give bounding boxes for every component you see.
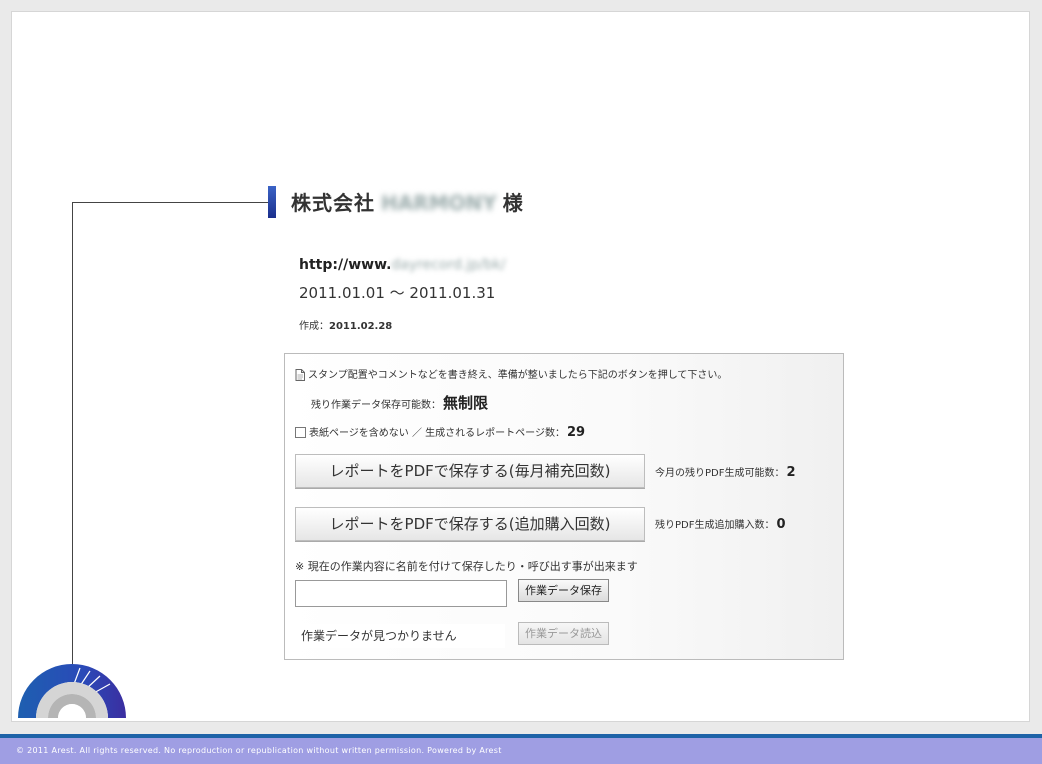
company-prefix: 株式会社: [291, 191, 375, 215]
work-data-status: 作業データが見つかりません: [295, 624, 505, 648]
save-pdf-monthly-button[interactable]: レポートをPDFで保存する(毎月補充回数): [295, 454, 645, 488]
gauge-logo-icon: [18, 664, 126, 718]
created-label: 作成：: [299, 321, 329, 332]
company-name: HARMONY: [381, 191, 497, 215]
footer: © 2011 Arest. All rights reserved. No re…: [0, 738, 1042, 764]
instruction-note: スタンプ配置やコメントなどを書き終え、準備が整いましたら下記のボタンを押して下さ…: [295, 366, 727, 381]
connector-line-vertical: [72, 202, 73, 690]
remaining-value: 無制限: [443, 394, 489, 412]
pdf-export-panel: スタンプ配置やコメントなどを書き終え、準備が整いましたら下記のボタンを押して下さ…: [284, 353, 844, 660]
monthly-remaining-label: 今月の残りPDF生成可能数：: [655, 468, 785, 479]
url-prefix: http://www.: [299, 257, 392, 273]
save-pdf-extra-button[interactable]: レポートをPDFで保存する(追加購入回数): [295, 507, 645, 541]
document-icon: [295, 369, 305, 381]
date-range: 2011.01.01 〜 2011.01.31: [299, 284, 496, 302]
save-note: ※ 現在の作業内容に名前を付けて保存したり・呼び出す事が出来ます: [295, 560, 638, 573]
honorific: 様: [502, 191, 524, 215]
extra-remaining: 残りPDF生成追加購入数： 0: [655, 516, 786, 532]
created-value: 2011.02.28: [329, 321, 393, 332]
connector-line-horizontal: [72, 202, 268, 203]
created-date: 作成：2011.02.28: [299, 317, 392, 332]
exclude-cover-row: 表紙ページを含めない ／ 生成されるレポートページ数： 29: [295, 424, 585, 440]
work-data-name-input[interactable]: [295, 580, 507, 607]
monthly-remaining-count: 2: [786, 465, 796, 480]
page-count: 29: [566, 425, 586, 440]
instruction-text: スタンプ配置やコメントなどを書き終え、準備が整いましたら下記のボタンを押して下さ…: [308, 370, 728, 381]
extra-remaining-count: 0: [776, 517, 786, 532]
page-title: 株式会社 HARMONY 様: [291, 187, 524, 216]
exclude-cover-checkbox[interactable]: [295, 427, 306, 438]
save-work-data-button[interactable]: 作業データ保存: [518, 579, 609, 602]
site-url: http://www.dayrecord.jp/bk/: [299, 257, 506, 273]
extra-remaining-label: 残りPDF生成追加購入数：: [655, 520, 775, 531]
remaining-saves: 残り作業データ保存可能数： 無制限: [311, 392, 488, 413]
load-work-data-button[interactable]: 作業データ読込: [518, 622, 609, 645]
monthly-remaining: 今月の残りPDF生成可能数： 2: [655, 464, 796, 480]
copyright-text: © 2011 Arest. All rights reserved. No re…: [16, 746, 502, 755]
url-rest: dayrecord.jp/bk/: [391, 257, 506, 273]
title-accent-bar: [268, 186, 276, 218]
exclude-cover-label: 表紙ページを含めない ／ 生成されるレポートページ数：: [309, 428, 565, 439]
remaining-label: 残り作業データ保存可能数：: [311, 400, 441, 411]
